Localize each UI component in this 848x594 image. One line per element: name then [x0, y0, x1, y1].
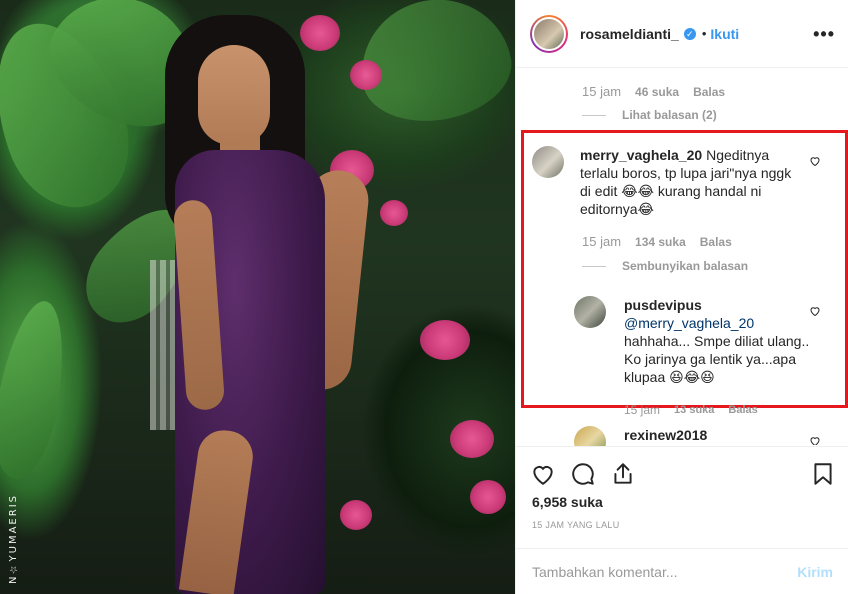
- commenter-avatar[interactable]: [574, 426, 606, 446]
- comment-time[interactable]: 15 jam: [582, 84, 621, 99]
- comment-input[interactable]: [532, 563, 798, 580]
- hide-replies-button[interactable]: Sembunyikan balasan: [582, 259, 748, 273]
- comment-body: rexinew2018: [624, 426, 707, 446]
- comment: merry_vaghela_20 Ngeditnya terlalu boros…: [532, 146, 802, 218]
- thread-line: [582, 114, 606, 116]
- comment-meta: 15 jam 134 suka Balas: [582, 234, 732, 249]
- action-bar: [516, 446, 848, 486]
- heart-icon[interactable]: [809, 155, 821, 167]
- reply-button[interactable]: Balas: [728, 404, 757, 416]
- more-options-icon[interactable]: •••: [813, 24, 835, 45]
- comment-body: merry_vaghela_20 Ngeditnya terlalu boros…: [580, 146, 802, 218]
- follow-button[interactable]: Ikuti: [710, 26, 739, 42]
- commenter-avatar[interactable]: [532, 146, 564, 178]
- comment-text: hahhaha... Smpe diliat ulang.. Ko jariny…: [624, 333, 810, 385]
- model-face: [198, 45, 270, 145]
- comment-meta: 15 jam 13 suka Balas: [624, 403, 758, 417]
- post-side-panel: rosameldianti_ ✓ • Ikuti ••• 15 jam 46 s…: [515, 0, 848, 594]
- photo-watermark: N☆YUMAERIS: [8, 494, 19, 584]
- verified-badge-icon: ✓: [683, 27, 696, 40]
- comment-likes[interactable]: 13 suka: [674, 404, 714, 416]
- reply-button[interactable]: Balas: [700, 235, 732, 249]
- flower-decoration: [340, 500, 372, 530]
- reply-comment: rexinew2018: [574, 426, 814, 446]
- author-avatar[interactable]: [530, 14, 568, 53]
- share-icon[interactable]: [610, 461, 636, 487]
- comment-likes[interactable]: 46 suka: [635, 85, 679, 99]
- post-timestamp[interactable]: 15 JAM YANG LALU: [532, 520, 620, 530]
- comment-body: pusdevipus @merry_vaghela_20 hahhaha... …: [624, 296, 814, 386]
- flower-decoration: [420, 320, 470, 360]
- heart-icon[interactable]: [809, 435, 821, 445]
- flower-decoration: [470, 480, 506, 514]
- comment-time[interactable]: 15 jam: [624, 403, 660, 417]
- flower-decoration: [350, 60, 382, 90]
- flower-decoration: [300, 15, 340, 51]
- post-header: rosameldianti_ ✓ • Ikuti •••: [516, 0, 848, 68]
- reply-button[interactable]: Balas: [693, 85, 725, 99]
- view-replies-label: Lihat balasan (2): [622, 108, 717, 122]
- thread-line: [582, 265, 606, 267]
- post-photo[interactable]: N☆YUMAERIS: [0, 0, 515, 594]
- flower-decoration: [380, 200, 408, 226]
- header-separator: •: [701, 26, 707, 41]
- commenter-avatar[interactable]: [574, 296, 606, 328]
- commenter-username[interactable]: pusdevipus: [624, 296, 814, 314]
- mention-link[interactable]: @merry_vaghela_20: [624, 314, 814, 332]
- heart-icon[interactable]: [809, 305, 821, 317]
- view-replies-button[interactable]: Lihat balasan (2): [582, 108, 717, 122]
- commenter-username[interactable]: rexinew2018: [624, 427, 707, 443]
- send-button[interactable]: Kirim: [797, 564, 833, 580]
- author-username[interactable]: rosameldianti_: [580, 26, 679, 42]
- commenter-username[interactable]: merry_vaghela_20: [580, 147, 702, 163]
- comment-time[interactable]: 15 jam: [582, 234, 621, 249]
- bookmark-icon[interactable]: [810, 461, 836, 487]
- comment-likes[interactable]: 134 suka: [635, 235, 686, 249]
- comment-compose: Kirim: [516, 548, 848, 594]
- comment-icon[interactable]: [570, 461, 596, 487]
- comment-meta: 15 jam 46 suka Balas: [582, 84, 725, 99]
- reply-comment: pusdevipus @merry_vaghela_20 hahhaha... …: [574, 296, 814, 386]
- heart-icon[interactable]: [530, 461, 556, 487]
- hide-replies-label: Sembunyikan balasan: [622, 259, 749, 273]
- flower-decoration: [450, 420, 494, 458]
- leaf-decoration: [0, 296, 76, 484]
- likes-count[interactable]: 6,958 suka: [532, 494, 603, 510]
